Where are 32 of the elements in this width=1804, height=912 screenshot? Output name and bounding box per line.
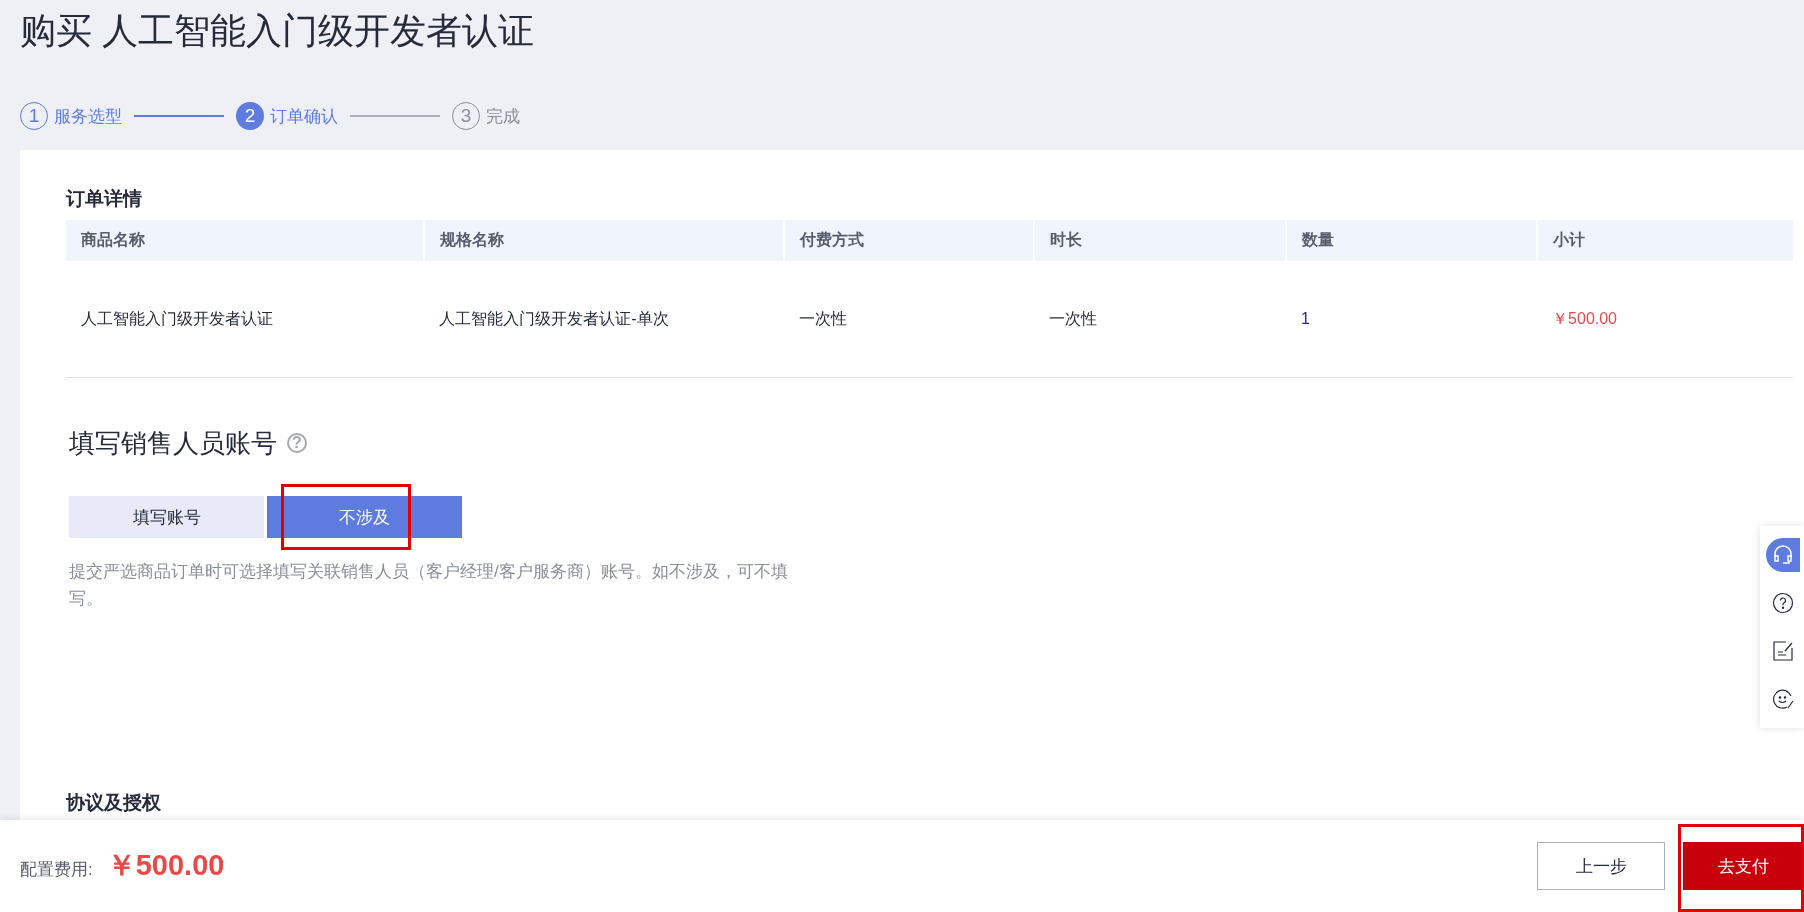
- help-icon[interactable]: ?: [287, 433, 307, 453]
- step-label[interactable]: 完成: [486, 104, 520, 128]
- step-number: 2: [236, 102, 264, 130]
- previous-button[interactable]: 上一步: [1537, 842, 1665, 890]
- table-cell-text: 人工智能入门级开发者认证-单次: [439, 308, 669, 329]
- column-header: 小计: [1553, 230, 1586, 250]
- table-cell-text: 一次性: [1049, 308, 1098, 329]
- headset-icon: [1772, 544, 1794, 566]
- step-label[interactable]: 订单确认: [270, 104, 338, 128]
- pay-button[interactable]: 去支付: [1683, 842, 1804, 890]
- fee-amount: ￥500.00: [106, 848, 225, 883]
- column-header: 规格名称: [440, 230, 505, 250]
- help-icon: [1772, 592, 1794, 614]
- column-header: 数量: [1302, 230, 1334, 250]
- page-title: 购买 人工智能入门级开发者认证: [20, 9, 534, 53]
- fee-label: 配置费用:: [20, 858, 93, 881]
- section-title: 订单详情: [66, 187, 142, 211]
- column-header: 时长: [1050, 230, 1083, 250]
- table-cell-text: 人工智能入门级开发者认证: [81, 308, 273, 329]
- step-label[interactable]: 服务选型: [54, 104, 122, 128]
- section-title: 填写销售人员账号: [69, 427, 277, 460]
- note-icon: [1772, 640, 1794, 662]
- table-cell-text: ￥500.00: [1552, 308, 1617, 329]
- table-cell-text: 一次性: [798, 308, 847, 329]
- table-cell: 1: [1301, 310, 1310, 328]
- smile-icon: [1772, 688, 1794, 710]
- hint-text: 提交严选商品订单时可选择填写关联销售人员（客户经理/客户服务商）账号。如不涉及，可不填写。: [69, 561, 789, 610]
- option-button[interactable]: 不涉及: [267, 496, 462, 538]
- column-header: 付费方式: [799, 230, 864, 250]
- section-title: 协议及授权: [66, 791, 161, 815]
- column-header: 商品名称: [81, 230, 145, 250]
- option-button[interactable]: 填写账号: [69, 496, 264, 538]
